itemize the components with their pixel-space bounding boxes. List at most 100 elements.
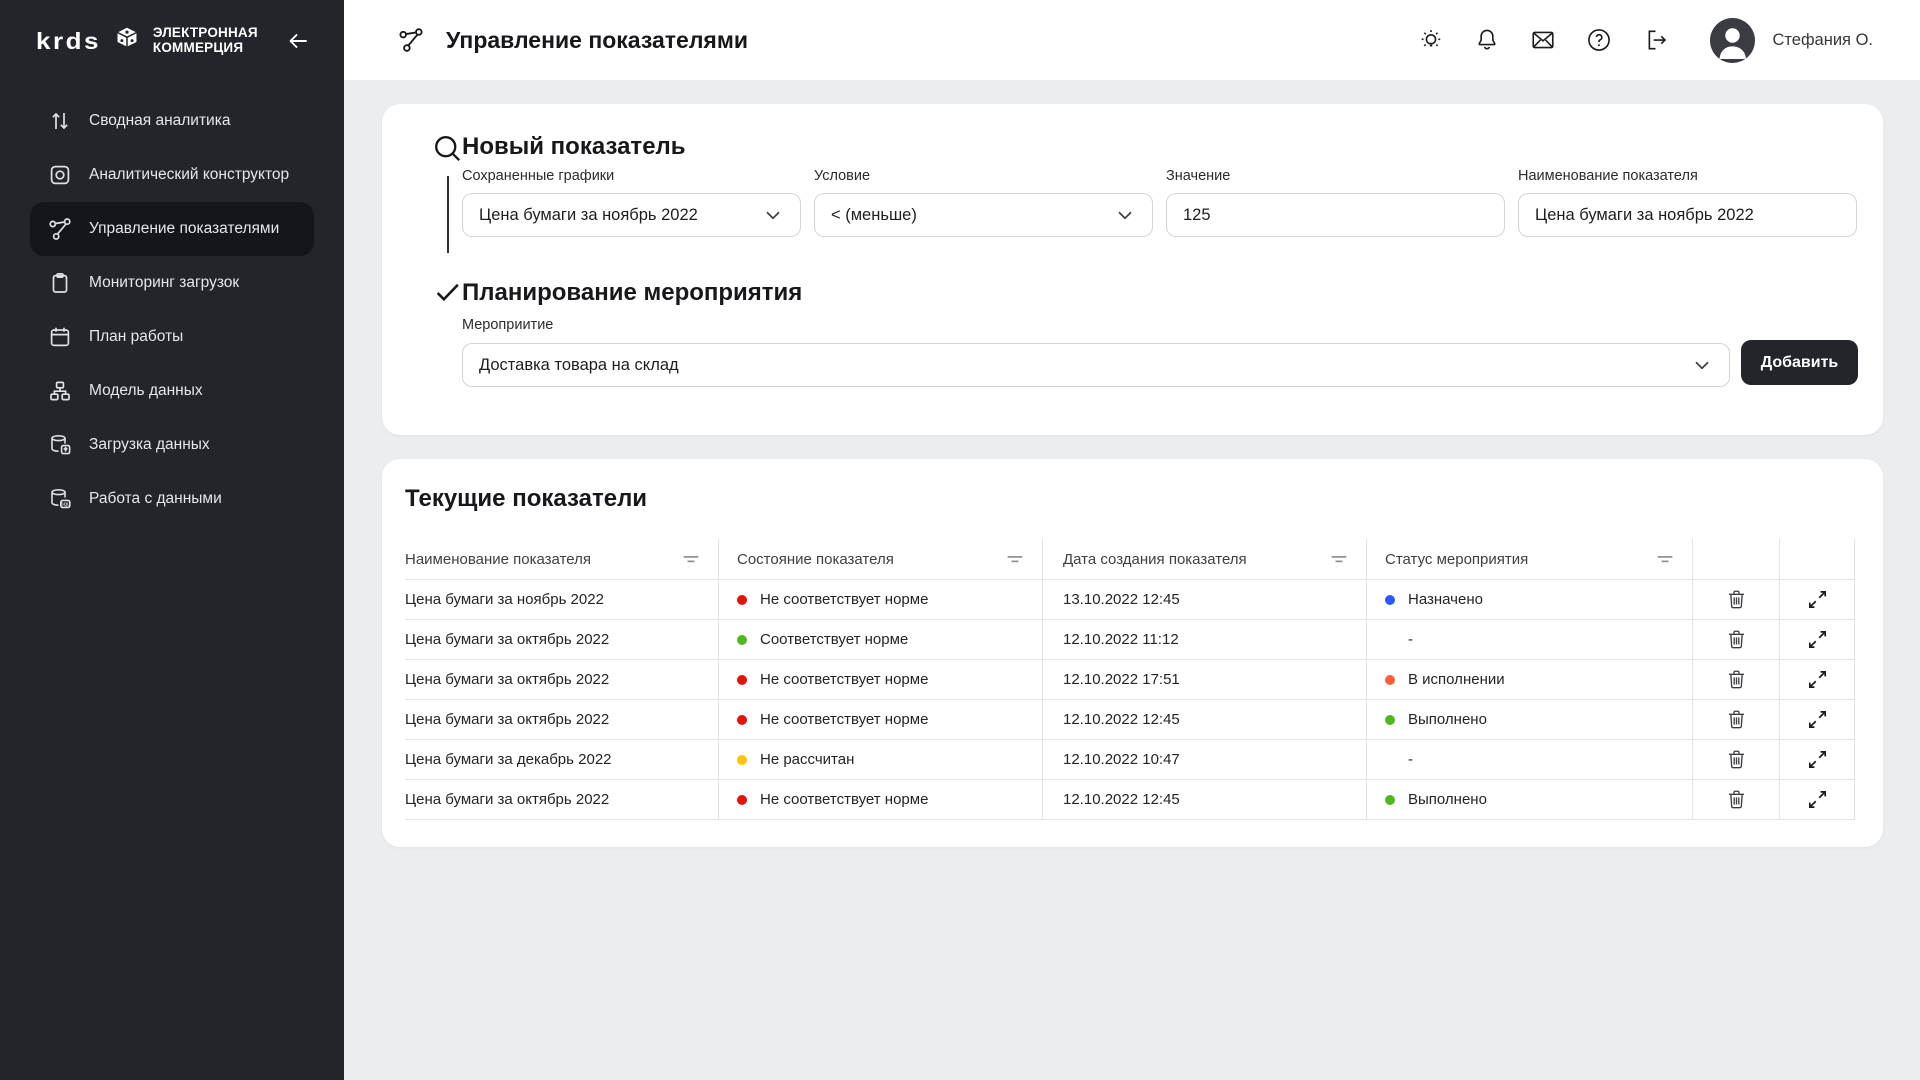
condition-select[interactable]: < (меньше) xyxy=(814,193,1153,237)
sidebar-item-summary-analytics[interactable]: Сводная аналитика xyxy=(30,94,314,148)
sidebar-item-label: Управление показателями xyxy=(89,220,279,238)
calendar-icon xyxy=(48,325,72,349)
saved-charts-select[interactable]: Цена бумаги за ноябрь 2022 xyxy=(462,193,801,237)
event-value: Доставка товара на склад xyxy=(479,356,679,375)
filter-icon[interactable] xyxy=(1328,548,1350,570)
event-label: Мероприитие xyxy=(462,317,553,333)
filter-icon[interactable] xyxy=(680,548,702,570)
column-header-date: Дата создания показателя xyxy=(1063,551,1247,568)
sidebar-collapse-button[interactable] xyxy=(282,25,314,57)
value-input[interactable] xyxy=(1166,193,1505,237)
state-dot xyxy=(737,675,747,685)
sidebar-item-indicator-management[interactable]: Управление показателями xyxy=(30,202,314,256)
clipboard-icon xyxy=(48,271,72,295)
status-dot xyxy=(1385,595,1395,605)
status-dot xyxy=(1385,795,1395,805)
trash-icon xyxy=(1725,628,1748,651)
sidebar-item-download-monitoring[interactable]: Мониторинг загрузок xyxy=(30,256,314,310)
trash-icon xyxy=(1725,588,1748,611)
chevron-down-icon xyxy=(762,204,784,226)
expand-button[interactable] xyxy=(1804,586,1831,613)
state-dot xyxy=(737,715,747,725)
stepper-connector xyxy=(447,176,449,253)
status-dot xyxy=(1385,755,1395,765)
add-button[interactable]: Добавить xyxy=(1741,340,1858,385)
lightbulb-icon xyxy=(1418,27,1444,53)
table-row: Цена бумаги за октябрь 2022 Не соответст… xyxy=(405,660,1855,700)
delete-button[interactable] xyxy=(1723,786,1750,813)
nodes-icon xyxy=(48,217,72,241)
indicator-name-label: Наименование показателя xyxy=(1518,168,1857,184)
mail-button[interactable] xyxy=(1530,27,1556,53)
help-button[interactable] xyxy=(1586,27,1612,53)
indicator-name-input[interactable] xyxy=(1518,193,1857,237)
new-indicator-title: Новый показатель xyxy=(462,133,686,161)
delete-button[interactable] xyxy=(1723,706,1750,733)
delete-button[interactable] xyxy=(1723,746,1750,773)
sidebar-item-label: Мониторинг загрузок xyxy=(89,274,239,292)
user-name: Стефания О. xyxy=(1773,31,1873,50)
current-indicators-title: Текущие показатели xyxy=(405,485,647,513)
state-dot xyxy=(737,795,747,805)
logo-krds-text: krds xyxy=(36,27,101,54)
sidebar-item-data-model[interactable]: Модель данных xyxy=(30,364,314,418)
notifications-button[interactable] xyxy=(1474,27,1500,53)
checkmark-icon xyxy=(433,278,462,307)
delete-button[interactable] xyxy=(1723,586,1750,613)
state-dot xyxy=(737,755,747,765)
avatar xyxy=(1710,18,1755,63)
trash-icon xyxy=(1725,708,1748,731)
event-planning-title: Планирование мероприятия xyxy=(462,279,802,307)
condition-label: Условие xyxy=(814,168,1153,184)
delete-button[interactable] xyxy=(1723,626,1750,653)
frame-circle-icon xyxy=(48,163,72,187)
sidebar-item-data-work[interactable]: SQL Работа с данными xyxy=(30,472,314,526)
sidebar-item-analytic-constructor[interactable]: Аналитический конструктор xyxy=(30,148,314,202)
svg-text:SQL: SQL xyxy=(61,501,70,506)
idea-lightbulb-button[interactable] xyxy=(1418,27,1444,53)
state-dot xyxy=(737,595,747,605)
database-sql-icon: SQL xyxy=(48,487,72,511)
trash-icon xyxy=(1725,788,1748,811)
column-header-status: Статус мероприятия xyxy=(1385,551,1528,568)
expand-button[interactable] xyxy=(1804,666,1831,693)
event-select[interactable]: Доставка товара на склад xyxy=(462,343,1730,387)
sidebar: krds ЭЛЕКТРОННАЯКОММЕРЦИЯ Сводная аналит… xyxy=(0,0,344,1080)
table-row: Цена бумаги за декабрь 2022 Не рассчитан… xyxy=(405,740,1855,780)
table-row: Цена бумаги за октябрь 2022 Соответствуе… xyxy=(405,620,1855,660)
expand-button[interactable] xyxy=(1804,786,1831,813)
envelope-icon xyxy=(1530,27,1556,53)
hierarchy-icon xyxy=(48,379,72,403)
sidebar-item-label: Модель данных xyxy=(89,382,203,400)
table-row: Цена бумаги за октябрь 2022 Не соответст… xyxy=(405,780,1855,820)
expand-icon xyxy=(1806,708,1829,731)
user-menu[interactable]: Стефания О. xyxy=(1710,18,1873,63)
sidebar-item-label: Аналитический конструктор xyxy=(89,166,289,184)
condition-value: < (меньше) xyxy=(831,206,917,225)
top-header: Управление показателями xyxy=(344,0,1920,80)
arrow-left-icon xyxy=(286,29,310,53)
sidebar-item-work-plan[interactable]: План работы xyxy=(30,310,314,364)
state-dot xyxy=(737,635,747,645)
column-header-state: Состояние показателя xyxy=(737,551,894,568)
expand-button[interactable] xyxy=(1804,706,1831,733)
bell-icon xyxy=(1474,27,1500,53)
expand-button[interactable] xyxy=(1804,626,1831,653)
sidebar-item-label: Сводная аналитика xyxy=(89,112,230,130)
table-row: Цена бумаги за ноябрь 2022 Не соответств… xyxy=(405,580,1855,620)
nodes-icon xyxy=(398,27,424,53)
new-indicator-card: Новый показатель Сохраненные графики Цен… xyxy=(382,104,1883,435)
expand-icon xyxy=(1806,748,1829,771)
status-dot xyxy=(1385,675,1395,685)
filter-icon[interactable] xyxy=(1654,548,1676,570)
dice-cube-icon xyxy=(110,24,144,58)
column-header-name: Наименование показателя xyxy=(405,551,591,568)
table-row: Цена бумаги за октябрь 2022 Не соответст… xyxy=(405,700,1855,740)
sidebar-item-label: Загрузка данных xyxy=(89,436,210,454)
filter-icon[interactable] xyxy=(1004,548,1026,570)
database-upload-icon xyxy=(48,433,72,457)
delete-button[interactable] xyxy=(1723,666,1750,693)
logout-button[interactable] xyxy=(1642,27,1668,53)
expand-button[interactable] xyxy=(1804,746,1831,773)
sidebar-item-data-upload[interactable]: Загрузка данных xyxy=(30,418,314,472)
